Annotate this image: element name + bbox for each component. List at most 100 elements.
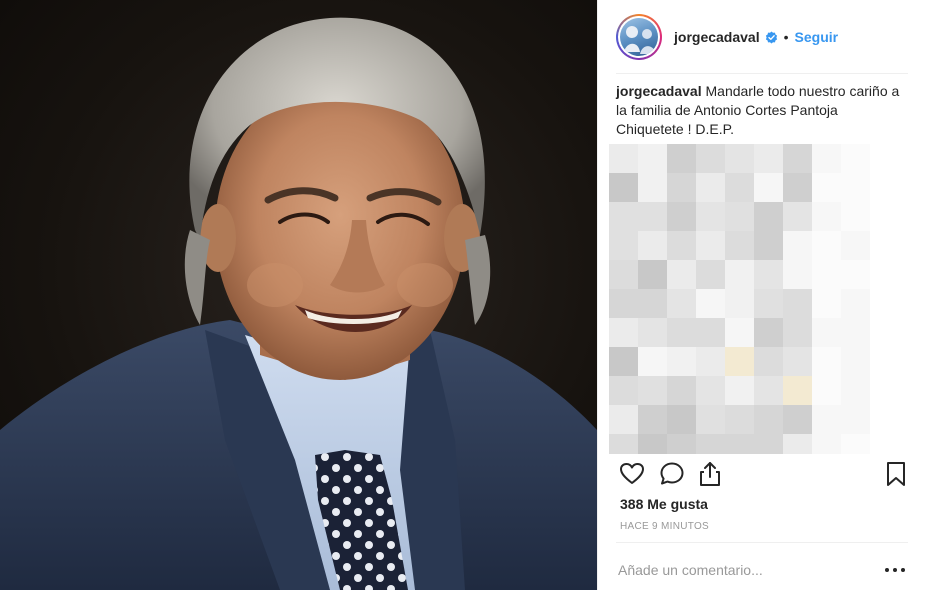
post-photo-image <box>0 17 597 590</box>
mosaic-tile <box>696 260 725 289</box>
mosaic-tile <box>638 376 667 405</box>
mosaic-tile <box>638 260 667 289</box>
mosaic-tile <box>696 289 725 318</box>
mosaic-tile <box>812 231 841 260</box>
mosaic-tile <box>783 202 812 231</box>
mosaic-tile <box>638 434 667 463</box>
mosaic-tile <box>754 202 783 231</box>
post-caption: jorgecadaval Mandarle todo nuestro cariñ… <box>616 82 908 139</box>
mosaic-tile <box>725 347 754 376</box>
mosaic-tile <box>667 231 696 260</box>
mosaic-tile <box>725 405 754 434</box>
mosaic-tile <box>841 376 870 405</box>
mosaic-tile <box>754 231 783 260</box>
post-timestamp[interactable]: HACE 9 MINUTOS <box>620 521 709 532</box>
avatar-border <box>618 16 660 58</box>
mosaic-tile <box>638 318 667 347</box>
mosaic-tile <box>609 318 638 347</box>
comment-bubble-icon[interactable] <box>658 460 686 488</box>
mosaic-tile <box>754 347 783 376</box>
mosaic-tile <box>609 202 638 231</box>
mosaic-tile <box>783 173 812 202</box>
mosaic-tile <box>754 144 783 173</box>
mosaic-tile <box>841 260 870 289</box>
share-icon[interactable] <box>696 460 724 488</box>
mosaic-tile <box>667 173 696 202</box>
header-separator: • <box>783 29 789 45</box>
mosaic-tile <box>725 376 754 405</box>
mosaic-tile <box>609 144 638 173</box>
mosaic-tile <box>609 260 638 289</box>
heart-icon[interactable] <box>618 460 646 488</box>
more-options-icon[interactable] <box>884 559 906 581</box>
mosaic-tile <box>638 231 667 260</box>
avatar-graphic <box>624 26 656 54</box>
mosaic-tile <box>667 318 696 347</box>
mosaic-tile <box>696 376 725 405</box>
mosaic-tile <box>812 202 841 231</box>
mosaic-tile <box>725 144 754 173</box>
mosaic-tile <box>841 405 870 434</box>
mosaic-tile <box>783 144 812 173</box>
mosaic-tile <box>783 347 812 376</box>
mosaic-tile <box>812 434 841 463</box>
mosaic-tile <box>783 260 812 289</box>
mosaic-tile <box>783 231 812 260</box>
mosaic-tile <box>696 173 725 202</box>
mosaic-tile <box>754 434 783 463</box>
mosaic-tile <box>841 318 870 347</box>
avatar[interactable] <box>616 14 662 60</box>
mosaic-tile <box>725 202 754 231</box>
mosaic-tile <box>783 405 812 434</box>
bookmark-icon[interactable] <box>882 460 910 488</box>
verified-badge-icon <box>765 31 778 44</box>
likes-count[interactable]: 388 Me gusta <box>620 496 708 512</box>
mosaic-tile <box>609 289 638 318</box>
mosaic-tile <box>667 405 696 434</box>
username-link[interactable]: jorgecadaval <box>674 29 760 45</box>
mosaic-tile <box>638 405 667 434</box>
mosaic-tile <box>725 318 754 347</box>
mosaic-tile <box>841 347 870 376</box>
mosaic-tile <box>812 347 841 376</box>
mosaic-tile <box>638 202 667 231</box>
pixelated-mosaic <box>609 144 870 463</box>
mosaic-tile <box>667 347 696 376</box>
mosaic-tile <box>754 376 783 405</box>
mosaic-tile <box>812 405 841 434</box>
mosaic-tile <box>783 289 812 318</box>
mosaic-tile <box>696 202 725 231</box>
mosaic-tile <box>609 173 638 202</box>
mosaic-tile <box>812 289 841 318</box>
mosaic-tile <box>812 376 841 405</box>
mosaic-tile <box>783 434 812 463</box>
mosaic-tile <box>667 289 696 318</box>
caption-username-link[interactable]: jorgecadaval <box>616 83 702 99</box>
mosaic-tile <box>667 144 696 173</box>
mosaic-tile <box>638 173 667 202</box>
mosaic-tile <box>754 173 783 202</box>
mosaic-tile <box>783 376 812 405</box>
mosaic-tile <box>812 144 841 173</box>
follow-button[interactable]: Seguir <box>795 29 839 45</box>
post-photo[interactable] <box>0 0 597 590</box>
instagram-post-view: jorgecadaval • Seguir jorgecadaval Manda… <box>0 0 929 590</box>
mosaic-tile <box>638 289 667 318</box>
post-actions <box>598 460 929 490</box>
mosaic-tile <box>841 289 870 318</box>
mosaic-tile <box>812 173 841 202</box>
comment-input[interactable] <box>618 559 868 581</box>
mosaic-tile <box>696 434 725 463</box>
mosaic-tile <box>725 434 754 463</box>
mosaic-tile <box>638 347 667 376</box>
mosaic-tile <box>609 434 638 463</box>
avatar-image <box>620 18 658 56</box>
mosaic-tile <box>754 289 783 318</box>
mosaic-tile <box>609 231 638 260</box>
mosaic-tile <box>841 231 870 260</box>
mosaic-tile <box>609 347 638 376</box>
mosaic-tile <box>667 260 696 289</box>
mosaic-tile <box>783 318 812 347</box>
mosaic-tile <box>696 318 725 347</box>
mosaic-tile <box>667 202 696 231</box>
